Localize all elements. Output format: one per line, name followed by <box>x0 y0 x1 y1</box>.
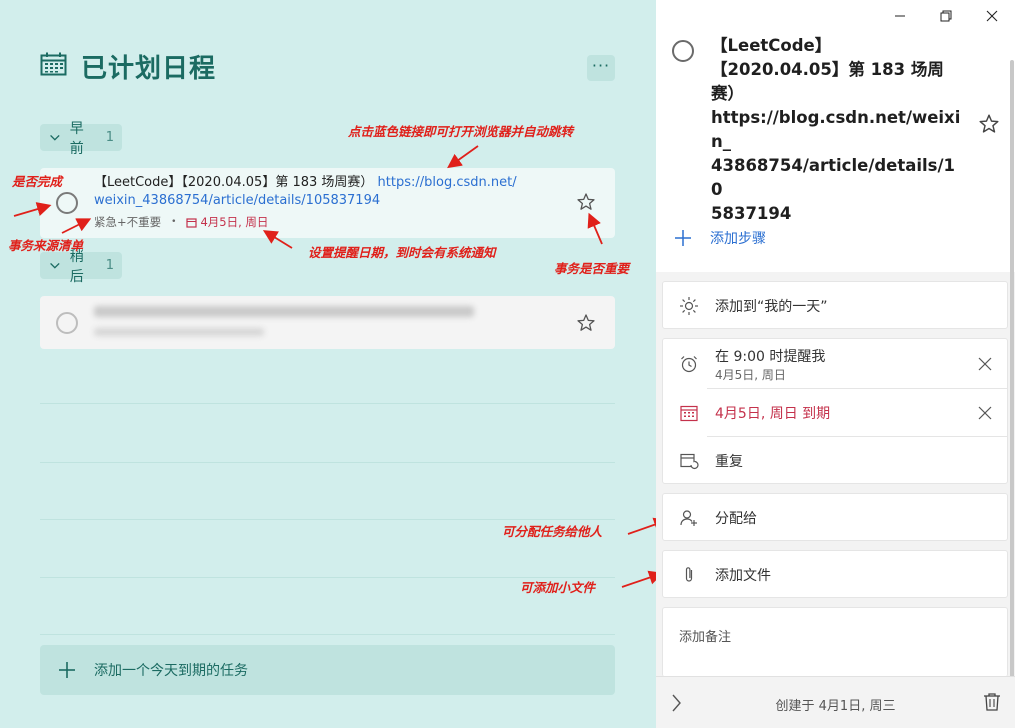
task-title-text: 【LeetCode】【2020.04.05】第 183 场周赛） <box>94 175 374 190</box>
detail-header: 【LeetCode】 【2020.04.05】第 183 场周 赛） https… <box>656 0 1015 272</box>
add-step-label: 添加步骤 <box>710 231 766 247</box>
task-detail-pane: 【LeetCode】 【2020.04.05】第 183 场周 赛） https… <box>656 0 1015 728</box>
repeat-row[interactable]: 重复 <box>663 437 1007 485</box>
repeat-label: 重复 <box>715 454 743 470</box>
star-icon[interactable] <box>576 313 596 333</box>
detail-complete-checkbox[interactable] <box>672 40 694 62</box>
empty-row-divider <box>40 462 615 463</box>
empty-row-divider <box>40 634 615 635</box>
task-title: 【LeetCode】【2020.04.05】第 183 场周赛） https:/… <box>94 174 534 210</box>
assign-row[interactable]: 分配给 <box>663 494 1007 542</box>
complete-checkbox[interactable] <box>56 312 78 334</box>
annotation-assign: 可分配任务给他人 <box>502 524 603 539</box>
add-to-my-day[interactable]: 添加到“我的一天” <box>663 282 1007 330</box>
add-task-placeholder: 添加一个今天到期的任务 <box>94 663 248 679</box>
annotation-source: 事务来源清单 <box>8 238 84 253</box>
repeat-calendar-icon <box>680 453 699 470</box>
group-header-later[interactable]: 稍后 1 <box>40 249 122 285</box>
group-label: 早前 <box>69 120 84 157</box>
add-task-input[interactable]: 添加一个今天到期的任务 <box>40 645 615 695</box>
due-date-text: 4月5日, 周日 <box>200 215 269 229</box>
reminder-row[interactable]: 在 9:00 时提醒我 4月5日, 周日 <box>663 339 1007 389</box>
task-link-continued[interactable]: weixin_43868754/article/details/10583719… <box>94 193 380 208</box>
star-icon[interactable] <box>576 192 596 212</box>
due-date-label: 4月5日, 周日 到期 <box>715 406 831 422</box>
more-options-button[interactable]: ··· <box>587 55 615 81</box>
annotation-reminder: 设置提醒日期，到时会有系统通知 <box>308 245 496 260</box>
created-date: 创建于 4月1日, 周三 <box>775 699 896 714</box>
remove-due-date-icon[interactable] <box>977 405 993 421</box>
alarm-clock-icon <box>681 356 697 373</box>
detail-title[interactable]: 【LeetCode】 【2020.04.05】第 183 场周 赛） https… <box>711 34 961 226</box>
restore-icon[interactable] <box>936 6 956 26</box>
empty-row-divider <box>40 403 615 404</box>
detail-title-line: 【LeetCode】 <box>711 36 832 55</box>
file-card[interactable]: 添加文件 <box>662 550 1008 598</box>
meta-separator: • <box>171 217 177 227</box>
task-link[interactable]: https://blog.csdn.net/ <box>378 175 517 190</box>
reminder-text: 在 9:00 时提醒我 4月5日, 周日 <box>715 346 825 383</box>
annotation-file: 可添加小文件 <box>520 580 596 595</box>
due-date-row[interactable]: 4月5日, 周日 到期 <box>663 389 1007 437</box>
task-meta: 紧急+不重要 • 4月5日, 周日 <box>94 214 268 230</box>
chevron-down-icon <box>50 262 60 269</box>
small-calendar-icon <box>186 217 198 228</box>
paperclip-icon <box>685 567 693 582</box>
chevron-down-icon <box>50 134 60 141</box>
assign-card[interactable]: 分配给 <box>662 493 1008 541</box>
dates-card: 在 9:00 时提醒我 4月5日, 周日 4月5日, 周日 到期 重复 <box>662 338 1008 484</box>
calendar-icon <box>40 52 67 76</box>
detail-footer: 创建于 4月1日, 周三 <box>656 676 1015 728</box>
due-date: 4月5日, 周日 <box>186 214 268 230</box>
group-count: 1 <box>105 130 114 145</box>
reminder-label: 在 9:00 时提醒我 <box>715 349 826 365</box>
close-icon[interactable] <box>982 6 1002 26</box>
star-icon[interactable] <box>978 113 1000 135</box>
minimize-icon[interactable] <box>890 6 910 26</box>
reminder-date: 4月5日, 周日 <box>715 368 786 382</box>
detail-title-line: n_ <box>711 132 731 151</box>
add-file-label: 添加文件 <box>715 568 771 584</box>
add-person-icon <box>680 510 697 526</box>
calendar-due-icon <box>680 405 698 422</box>
blurred-meta <box>94 328 264 336</box>
remove-reminder-icon[interactable] <box>977 356 993 372</box>
plus-icon <box>59 662 75 678</box>
sun-icon <box>680 297 698 315</box>
annotation-important: 事务是否重要 <box>554 261 630 276</box>
blurred-title <box>94 306 474 317</box>
add-step-button[interactable]: 添加步骤 <box>674 228 766 248</box>
annotation-link: 点击蓝色链接即可打开浏览器并自动跳转 <box>348 124 574 139</box>
detail-title-line: 43868754/article/details/10 <box>711 156 956 199</box>
complete-checkbox[interactable] <box>56 192 78 214</box>
plus-icon <box>675 230 691 246</box>
add-file-row[interactable]: 添加文件 <box>663 551 1007 599</box>
group-count: 1 <box>105 258 114 273</box>
note-field[interactable]: 添加备注 <box>662 607 1008 677</box>
task-list-pane: 已计划日程 ··· 早前 1 【LeetCode】【2020.04.05】第 1… <box>0 0 656 728</box>
annotation-complete: 是否完成 <box>12 174 63 189</box>
my-day-label: 添加到“我的一天” <box>715 299 828 315</box>
scrollbar[interactable] <box>1010 60 1014 680</box>
task-row-blurred[interactable] <box>40 296 615 349</box>
page-title: 已计划日程 <box>81 54 217 84</box>
detail-title-line: 5837194 <box>711 204 792 223</box>
detail-title-line: 赛） <box>711 84 744 103</box>
detail-title-line: https://blog.csdn.net/weixi <box>711 108 961 127</box>
detail-title-line: 【2020.04.05】第 183 场周 <box>711 60 944 79</box>
task-row[interactable]: 【LeetCode】【2020.04.05】第 183 场周赛） https:/… <box>40 168 615 238</box>
note-placeholder: 添加备注 <box>679 630 732 645</box>
group-header-earlier[interactable]: 早前 1 <box>40 121 122 157</box>
empty-row-divider <box>40 519 615 520</box>
my-day-card[interactable]: 添加到“我的一天” <box>662 281 1008 329</box>
trash-icon[interactable] <box>983 692 1001 712</box>
source-list-label: 紧急+不重要 <box>94 215 162 229</box>
assign-label: 分配给 <box>715 511 757 527</box>
